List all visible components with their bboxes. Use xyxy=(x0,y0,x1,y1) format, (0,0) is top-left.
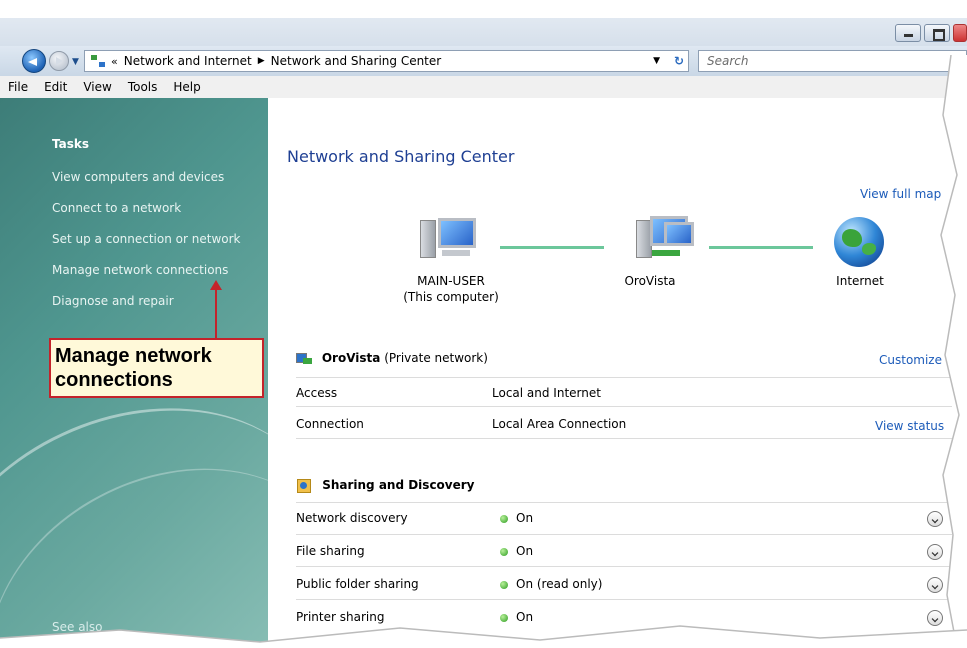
status-on-icon xyxy=(500,514,508,523)
task-view-computers[interactable]: View computers and devices xyxy=(52,170,224,184)
row-divider xyxy=(296,534,952,535)
computer-label: MAIN-USER (This computer) xyxy=(396,274,506,304)
address-dropdown-icon[interactable]: ▼ xyxy=(653,56,660,66)
window-controls xyxy=(895,24,967,42)
sharing-row-value: On xyxy=(516,544,534,558)
connection-line-computer xyxy=(500,246,604,249)
row-divider xyxy=(296,502,952,503)
sharing-header: Sharing and Discovery xyxy=(296,478,952,493)
row-divider xyxy=(296,566,952,567)
connection-value: Local Area Connection xyxy=(492,417,627,431)
access-row: Access Local and Internet xyxy=(296,386,952,400)
search-input[interactable]: Search xyxy=(698,50,967,72)
view-status-link[interactable]: View status xyxy=(875,419,944,433)
forward-button[interactable] xyxy=(49,51,69,71)
minimize-button[interactable] xyxy=(895,24,921,42)
row-divider xyxy=(296,377,952,378)
recent-pages-dropdown[interactable]: ▼ xyxy=(72,57,79,67)
network-folder-icon xyxy=(91,55,105,67)
page-title: Network and Sharing Center xyxy=(287,147,515,166)
tasks-title: Tasks xyxy=(52,137,90,151)
view-full-map-link[interactable]: View full map xyxy=(860,187,941,201)
computer-subtitle: (This computer) xyxy=(403,290,499,304)
network-type: (Private network) xyxy=(384,351,488,365)
internet-globe-icon[interactable] xyxy=(834,217,884,267)
maximize-button[interactable] xyxy=(924,24,950,42)
back-button[interactable] xyxy=(22,49,46,73)
menu-bar: File Edit View Tools Help xyxy=(0,76,967,99)
breadcrumb-separator-icon[interactable]: ▶ xyxy=(258,56,265,66)
title-bar-top xyxy=(0,0,967,18)
menu-edit[interactable]: Edit xyxy=(36,80,75,94)
network-sharing-window: ▼ « Network and Internet ▶ Network and S… xyxy=(0,0,967,648)
sharing-row-label: File sharing xyxy=(296,544,365,558)
menu-help[interactable]: Help xyxy=(165,80,208,94)
connection-line-internet xyxy=(709,246,813,249)
address-overflow-icon[interactable]: « xyxy=(111,55,118,68)
sharing-row-value: On xyxy=(516,511,534,525)
callout-box: Manage network connections xyxy=(49,338,264,398)
refresh-icon[interactable]: ↻ xyxy=(674,54,684,68)
network-icon-small xyxy=(296,352,312,366)
address-bar[interactable]: « Network and Internet ▶ Network and Sha… xyxy=(84,50,689,72)
task-connect-network[interactable]: Connect to a network xyxy=(52,201,181,215)
network-name: OroVista xyxy=(321,351,381,365)
callout-line xyxy=(215,288,217,338)
access-value: Local and Internet xyxy=(492,386,601,400)
connection-label: Connection xyxy=(296,417,364,431)
row-divider xyxy=(296,438,952,439)
close-button[interactable] xyxy=(953,24,967,42)
sharing-title: Sharing and Discovery xyxy=(322,478,475,492)
sharing-row: Public folder sharing On (read only) xyxy=(296,577,952,591)
menu-tools[interactable]: Tools xyxy=(120,80,166,94)
breadcrumb-network-sharing-center[interactable]: Network and Sharing Center xyxy=(271,54,442,68)
callout-arrow-icon xyxy=(210,280,222,290)
sharing-row-label: Network discovery xyxy=(296,511,408,525)
network-header: OroVista (Private network) xyxy=(296,351,952,366)
connection-row: Connection Local Area Connection xyxy=(296,417,952,431)
sharing-row: File sharing On xyxy=(296,544,952,558)
network-name-label: OroVista xyxy=(624,274,676,288)
task-manage-connections[interactable]: Manage network connections xyxy=(52,263,228,277)
sharing-row-label: Public folder sharing xyxy=(296,577,419,591)
status-on-icon xyxy=(500,580,508,589)
task-setup-connection[interactable]: Set up a connection or network xyxy=(52,232,240,246)
internet-label: Internet xyxy=(836,274,884,288)
customize-link[interactable]: Customize xyxy=(879,353,942,367)
breadcrumb-network-internet[interactable]: Network and Internet xyxy=(124,54,252,68)
sharing-icon xyxy=(296,478,312,493)
menu-file[interactable]: File xyxy=(0,80,36,94)
computer-name: MAIN-USER xyxy=(417,274,485,288)
access-label: Access xyxy=(296,386,338,400)
torn-edge-right xyxy=(940,55,967,648)
task-diagnose-repair[interactable]: Diagnose and repair xyxy=(52,294,174,308)
torn-edge-bottom xyxy=(0,625,967,648)
sharing-row-value: On (read only) xyxy=(516,577,603,591)
sharing-row: Network discovery On xyxy=(296,511,952,525)
row-divider xyxy=(296,406,952,407)
status-on-icon xyxy=(500,547,508,556)
row-divider xyxy=(296,599,952,600)
menu-view[interactable]: View xyxy=(75,80,119,94)
